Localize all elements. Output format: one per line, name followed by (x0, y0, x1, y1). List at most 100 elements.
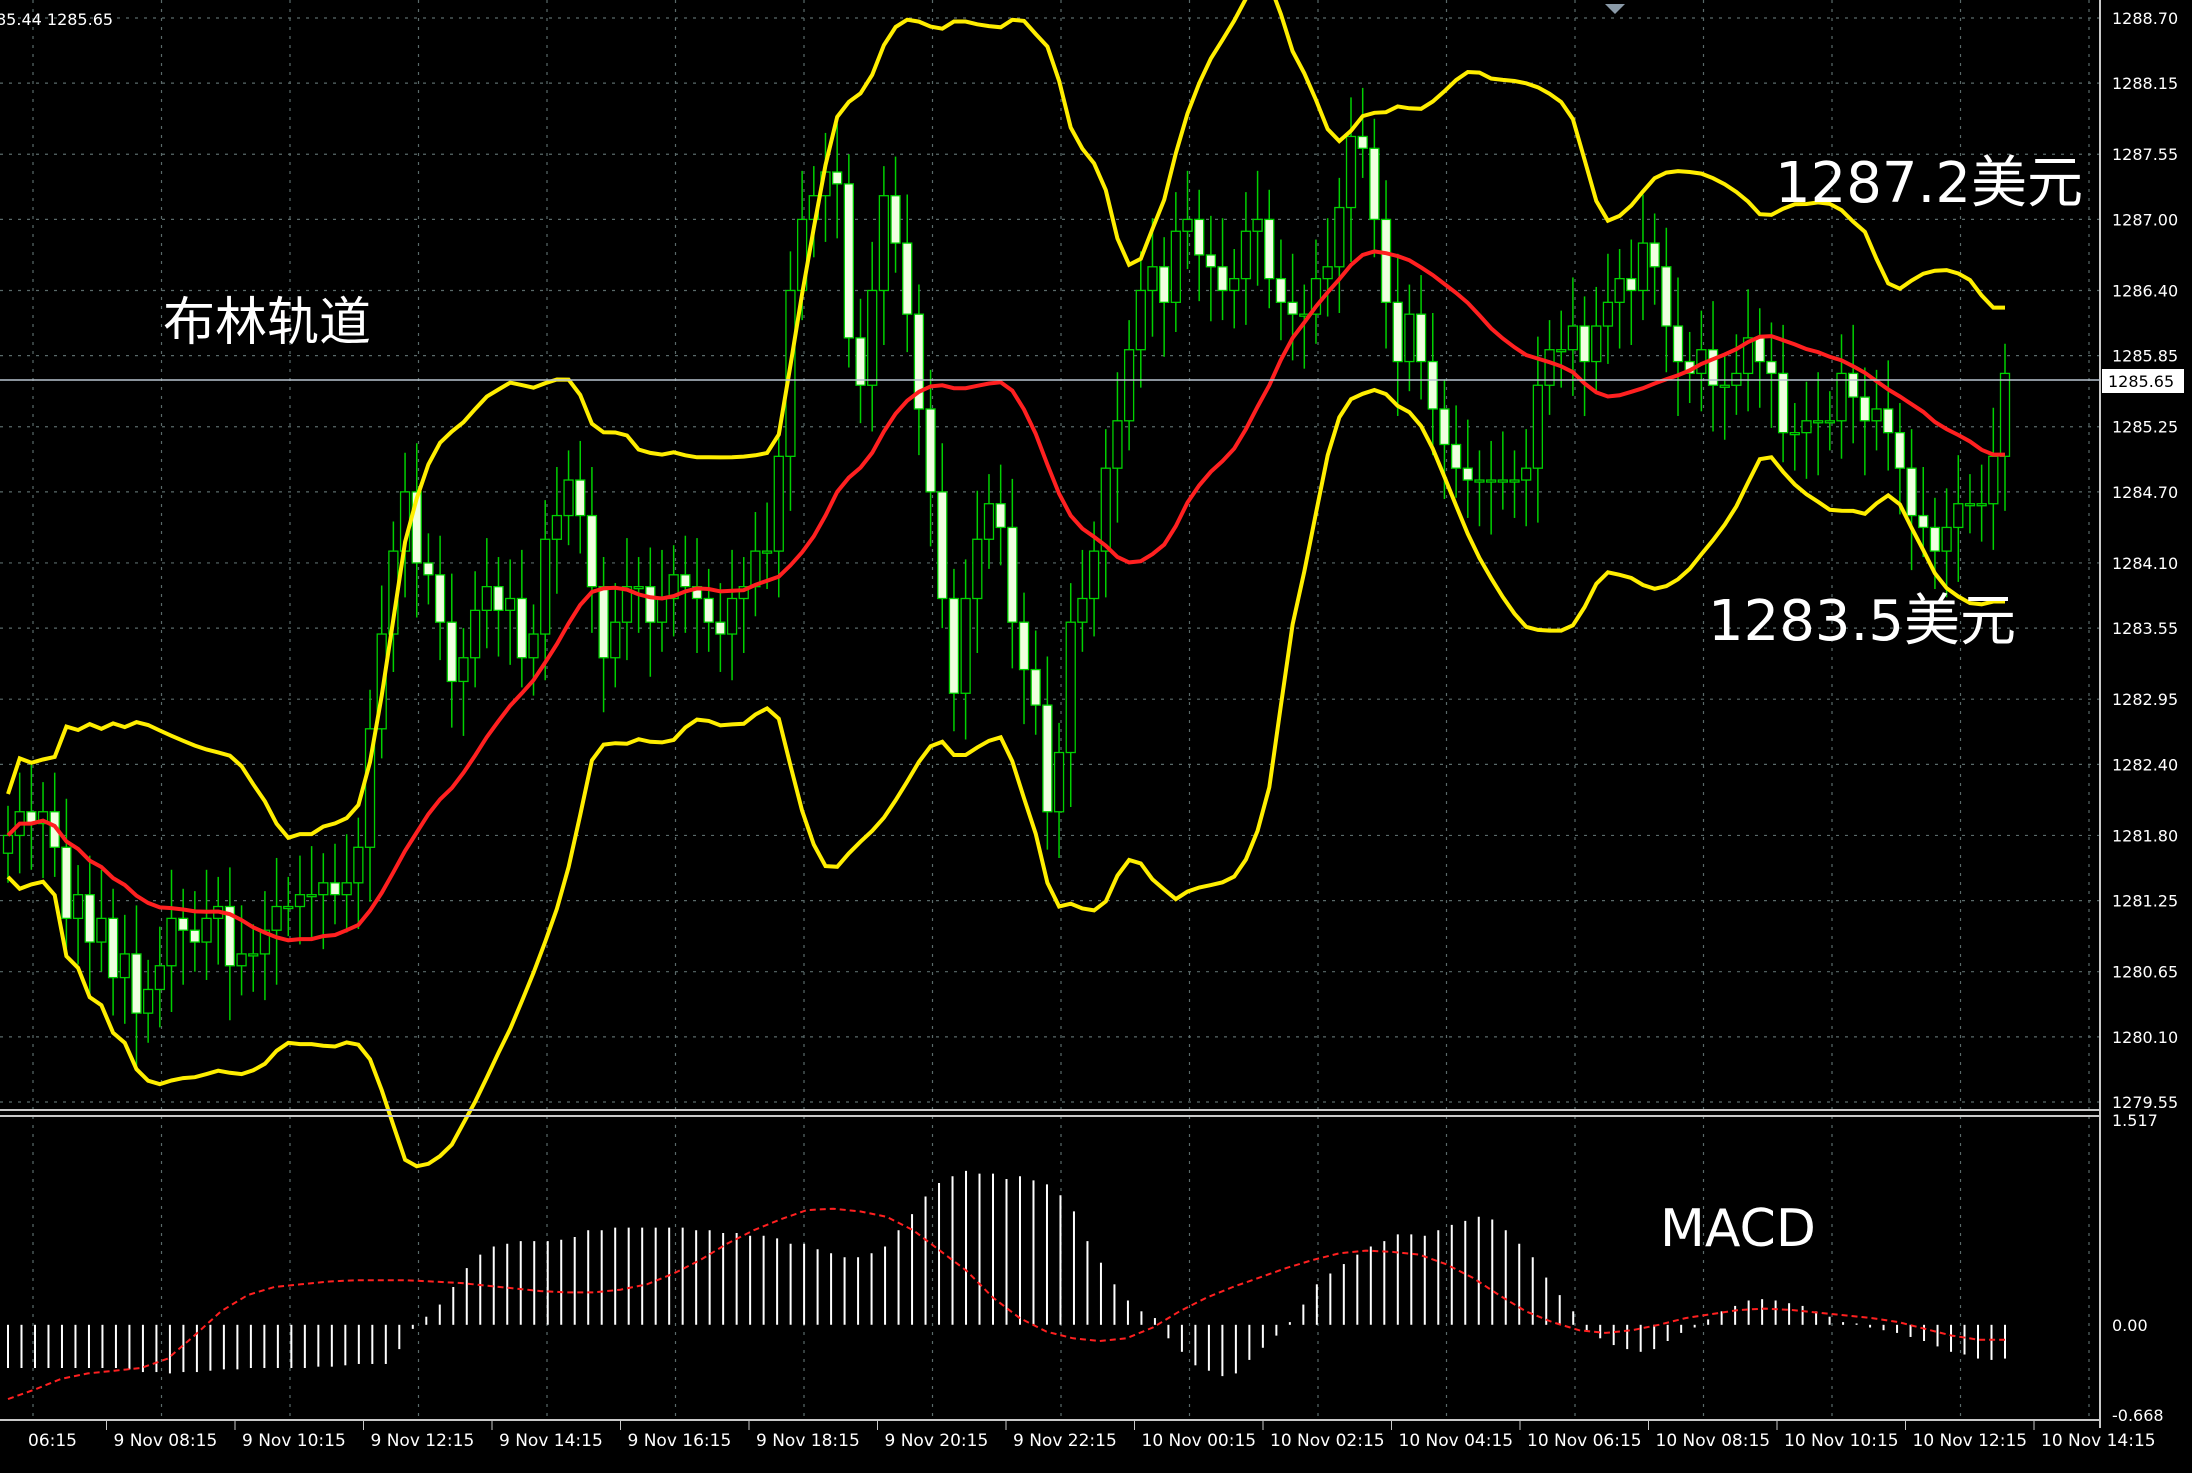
candle (1264, 218, 1275, 280)
candle (1077, 597, 1088, 623)
bollinger-title: 布林轨道 (163, 293, 371, 353)
candle (1649, 242, 1660, 268)
candle (1007, 526, 1018, 623)
candle (878, 195, 890, 292)
price-chart: 1288.70 1288.15 1287.55 1287.00 1286.40 1285.… (0, 0, 2192, 1468)
candle (715, 621, 726, 635)
candle (423, 562, 434, 576)
candle (341, 882, 352, 896)
candle (575, 479, 586, 517)
candle (1929, 526, 1941, 552)
candle (1474, 479, 1485, 483)
candle (72, 894, 84, 920)
candle (925, 408, 936, 493)
price-tick-label: 1288.15 (2112, 74, 2178, 93)
time-tick-label: 9 Nov 12:15 (371, 1431, 475, 1451)
candle (1777, 372, 1789, 434)
candle (1030, 668, 1041, 706)
candle (1194, 218, 1205, 256)
price-tick-label: 1288.70 (2112, 9, 2178, 28)
candle (1275, 277, 1287, 303)
candle (902, 242, 913, 315)
candle (1357, 135, 1368, 149)
time-tick-label: 10 Nov 10:15 (1784, 1431, 1899, 1451)
candle (1602, 301, 1614, 327)
candle (1018, 621, 1030, 671)
time-tick-label: 06:15 (28, 1431, 77, 1451)
candle (680, 574, 691, 588)
candle (1941, 526, 1952, 552)
candle (1088, 550, 1100, 600)
candle (656, 597, 668, 623)
candle (1053, 751, 1065, 813)
candle (1404, 313, 1415, 363)
candle (832, 171, 843, 185)
candle (1556, 349, 1567, 353)
candle (1205, 254, 1217, 268)
candle (1918, 514, 1929, 529)
candle (1848, 372, 1859, 398)
candle (726, 597, 738, 635)
candle (166, 917, 177, 967)
candle (843, 183, 854, 339)
chart-window: 1288.70 1288.15 1287.55 1287.00 1286.40 1285.… (0, 0, 2192, 1468)
candle (1065, 621, 1076, 754)
candle (201, 917, 212, 943)
candle (131, 953, 142, 1014)
candle (1976, 503, 1987, 507)
candle (773, 455, 784, 552)
price-tick-label: 1282.40 (2112, 755, 2178, 774)
candle (329, 882, 341, 896)
candle (306, 894, 317, 898)
candle (1112, 420, 1123, 469)
candle (1906, 467, 1917, 517)
candle (1812, 420, 1824, 424)
candle (1579, 325, 1590, 363)
candle (178, 917, 189, 931)
price-tick-label: 1282.95 (2112, 690, 2178, 709)
candle (1509, 479, 1520, 483)
header-readout: 85.44 1285.65 (0, 10, 113, 29)
candle (1415, 313, 1427, 363)
candle (1497, 479, 1508, 483)
price-tick-label: 1287.00 (2112, 210, 2178, 229)
candle (1824, 420, 1835, 424)
candle (1240, 230, 1252, 280)
price-tick-label: 1285.25 (2112, 418, 2178, 437)
candle (1883, 408, 1894, 434)
candle (867, 289, 878, 386)
lower-price-label: 1283.5美元 (1708, 589, 2016, 654)
candle (1719, 384, 1730, 388)
candle (469, 609, 481, 659)
price-tick-label: 1283.55 (2112, 619, 2178, 638)
candle (1287, 301, 1298, 315)
price-tick-label: 1284.10 (2112, 554, 2178, 573)
candle (1637, 242, 1649, 292)
candle (84, 894, 95, 943)
macd-tick-label: 1.517 (2112, 1111, 2158, 1130)
candle (318, 882, 329, 896)
candle (761, 550, 773, 554)
candle (1871, 408, 1882, 422)
time-tick-label: 9 Nov 10:15 (242, 1431, 346, 1451)
candle (855, 337, 866, 386)
time-tick-label: 10 Nov 08:15 (1656, 1431, 1771, 1451)
candle (1159, 266, 1170, 303)
candle (1170, 230, 1181, 303)
candle (937, 491, 948, 600)
candle (61, 846, 72, 920)
candle (1614, 277, 1625, 303)
upper-price-label: 1287.2美元 (1775, 151, 2083, 216)
macd-tick-label: 0.00 (2112, 1316, 2148, 1335)
candle (960, 597, 971, 694)
candle (1964, 503, 1976, 507)
candle (516, 597, 527, 659)
candle (1988, 455, 1999, 505)
time-tick-label: 9 Nov 20:15 (885, 1431, 989, 1451)
candle (493, 586, 504, 611)
candle (96, 917, 107, 943)
candle (283, 905, 294, 910)
candle (610, 621, 621, 659)
candle (1439, 408, 1450, 446)
candle (703, 597, 714, 623)
